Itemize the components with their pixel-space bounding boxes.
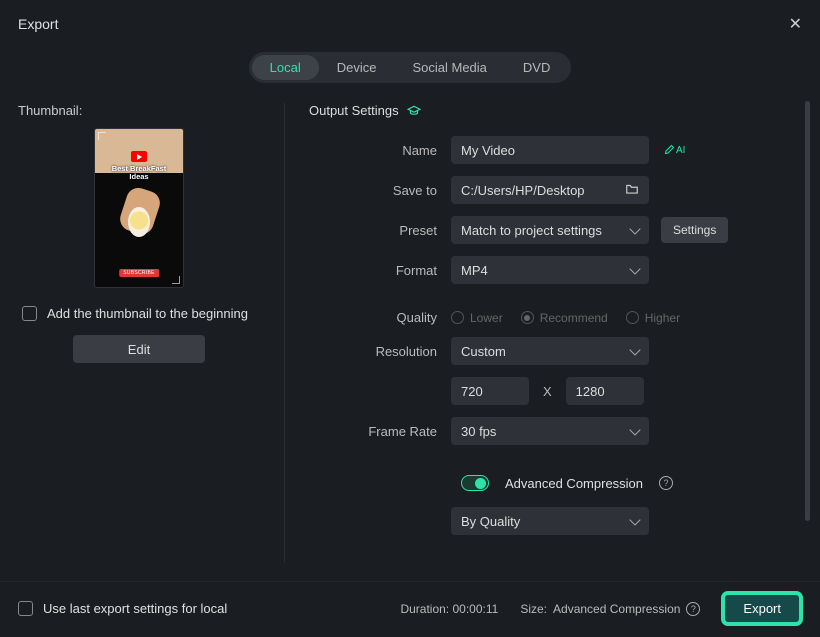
use-last-settings-label: Use last export settings for local <box>43 601 227 616</box>
help-icon[interactable]: ? <box>686 602 700 616</box>
help-icon[interactable]: ? <box>659 476 673 490</box>
saveto-input[interactable]: C:/Users/HP/Desktop <box>461 183 625 198</box>
graduation-icon <box>407 104 421 118</box>
ai-icon[interactable]: AI <box>663 144 685 156</box>
quality-recommend-radio[interactable] <box>521 311 534 324</box>
name-label: Name <box>309 143 451 158</box>
export-tabs: Local Device Social Media DVD <box>249 52 572 83</box>
resolution-select[interactable]: Custom <box>451 337 649 365</box>
advanced-compression-label: Advanced Compression <box>505 476 643 491</box>
resolution-label: Resolution <box>309 344 451 359</box>
size-info: Size: Advanced Compression ? <box>520 602 700 616</box>
edit-button[interactable]: Edit <box>73 335 205 363</box>
tab-dvd[interactable]: DVD <box>505 55 568 80</box>
play-icon <box>131 151 147 162</box>
quality-label: Quality <box>309 310 451 325</box>
thumbnail-preview[interactable]: Best BreakFastIdeas SUBSCRIBE <box>94 128 184 288</box>
thumbnail-label: Thumbnail: <box>18 103 260 118</box>
folder-icon[interactable] <box>625 182 639 199</box>
add-thumbnail-label: Add the thumbnail to the beginning <box>47 306 248 321</box>
output-settings-title: Output Settings <box>309 103 399 118</box>
subscribe-badge: SUBSCRIBE <box>119 269 159 277</box>
compression-mode-select[interactable]: By Quality <box>451 507 649 535</box>
panel-divider <box>284 103 285 563</box>
tab-device[interactable]: Device <box>319 55 395 80</box>
quality-lower-radio[interactable] <box>451 311 464 324</box>
chevron-down-icon <box>629 223 640 234</box>
chevron-down-icon <box>629 424 640 435</box>
chevron-down-icon <box>629 263 640 274</box>
width-input[interactable] <box>451 377 529 405</box>
close-icon[interactable]: ✕ <box>789 14 802 34</box>
format-select[interactable]: MP4 <box>451 256 649 284</box>
name-input[interactable] <box>451 136 649 164</box>
preset-label: Preset <box>309 223 451 238</box>
scrollbar[interactable] <box>805 101 810 521</box>
export-button[interactable]: Export <box>722 592 802 625</box>
tab-social-media[interactable]: Social Media <box>394 55 504 80</box>
chevron-down-icon <box>629 344 640 355</box>
chevron-down-icon <box>629 514 640 525</box>
add-thumbnail-checkbox[interactable] <box>22 306 37 321</box>
thumbnail-overlay-text: Best BreakFastIdeas <box>95 165 183 182</box>
framerate-select[interactable]: 30 fps <box>451 417 649 445</box>
framerate-label: Frame Rate <box>309 424 451 439</box>
preset-select[interactable]: Match to project settings <box>451 216 649 244</box>
advanced-compression-toggle[interactable] <box>461 475 489 491</box>
quality-higher-radio[interactable] <box>626 311 639 324</box>
use-last-settings-checkbox[interactable] <box>18 601 33 616</box>
dialog-title: Export <box>18 16 58 32</box>
dimension-separator: X <box>543 384 552 399</box>
duration-info: Duration: 00:00:11 <box>400 602 498 616</box>
format-label: Format <box>309 263 451 278</box>
saveto-label: Save to <box>309 183 451 198</box>
settings-button[interactable]: Settings <box>661 217 728 243</box>
tab-local[interactable]: Local <box>252 55 319 80</box>
height-input[interactable] <box>566 377 644 405</box>
